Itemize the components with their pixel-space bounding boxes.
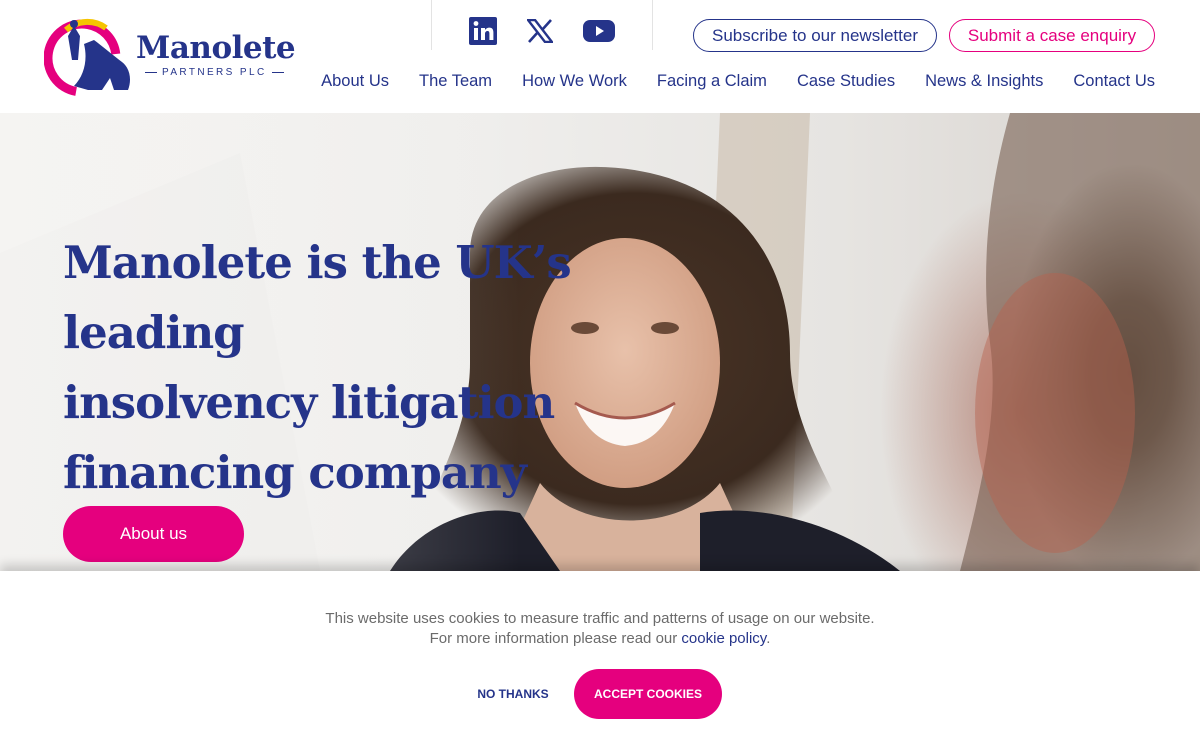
nav-item-case-studies[interactable]: Case Studies: [797, 72, 895, 91]
youtube-link[interactable]: [582, 14, 616, 48]
nav-item-facing-a-claim[interactable]: Facing a Claim: [657, 72, 767, 91]
logo-subtitle: PARTNERS PLC: [140, 67, 289, 78]
header-divider-right: [652, 0, 653, 50]
x-link[interactable]: [523, 14, 557, 48]
hero-heading-line-2: insolvency litigation: [63, 376, 555, 429]
logo-wordmark: Manolete: [136, 30, 296, 66]
logo-mark-icon: [44, 18, 130, 96]
submit-case-enquiry-button[interactable]: Submit a case enquiry: [949, 19, 1155, 52]
hero-section: Manolete is the UK’s leading insolvency …: [0, 113, 1200, 571]
no-thanks-button[interactable]: NO THANKS: [466, 681, 560, 707]
cookie-message-line-2: For more information please read our: [429, 630, 682, 647]
about-us-button[interactable]: About us: [63, 506, 244, 562]
linkedin-link[interactable]: [466, 14, 500, 48]
youtube-icon: [583, 20, 615, 42]
hero-heading: Manolete is the UK’s leading insolvency …: [63, 228, 743, 508]
nav-item-news-insights[interactable]: News & Insights: [925, 72, 1043, 91]
cookie-message-period: .: [766, 630, 771, 647]
subscribe-newsletter-button[interactable]: Subscribe to our newsletter: [693, 19, 937, 52]
hero-heading-line-1: Manolete is the UK’s leading: [63, 236, 572, 359]
nav-item-about-us[interactable]: About Us: [321, 72, 389, 91]
main-nav: About Us The Team How We Work Facing a C…: [321, 72, 1155, 91]
nav-item-contact-us[interactable]: Contact Us: [1073, 72, 1155, 91]
linkedin-icon: [469, 17, 497, 45]
cookie-message: This website uses cookies to measure tra…: [0, 609, 1200, 649]
accept-cookies-button[interactable]: ACCEPT COOKIES: [574, 669, 722, 719]
hero-heading-line-3: financing company: [63, 446, 527, 499]
cookie-message-line-1: This website uses cookies to measure tra…: [325, 610, 875, 627]
nav-item-how-we-work[interactable]: How We Work: [522, 72, 627, 91]
site-header: Manolete PARTNERS PLC Subscribe to our n…: [0, 0, 1200, 113]
header-divider-left: [431, 0, 432, 50]
cookie-banner: This website uses cookies to measure tra…: [0, 571, 1200, 750]
manolete-logo[interactable]: Manolete PARTNERS PLC: [44, 16, 296, 96]
cookie-policy-link[interactable]: cookie policy: [681, 630, 766, 647]
x-icon: [527, 19, 553, 43]
nav-item-the-team[interactable]: The Team: [419, 72, 492, 91]
